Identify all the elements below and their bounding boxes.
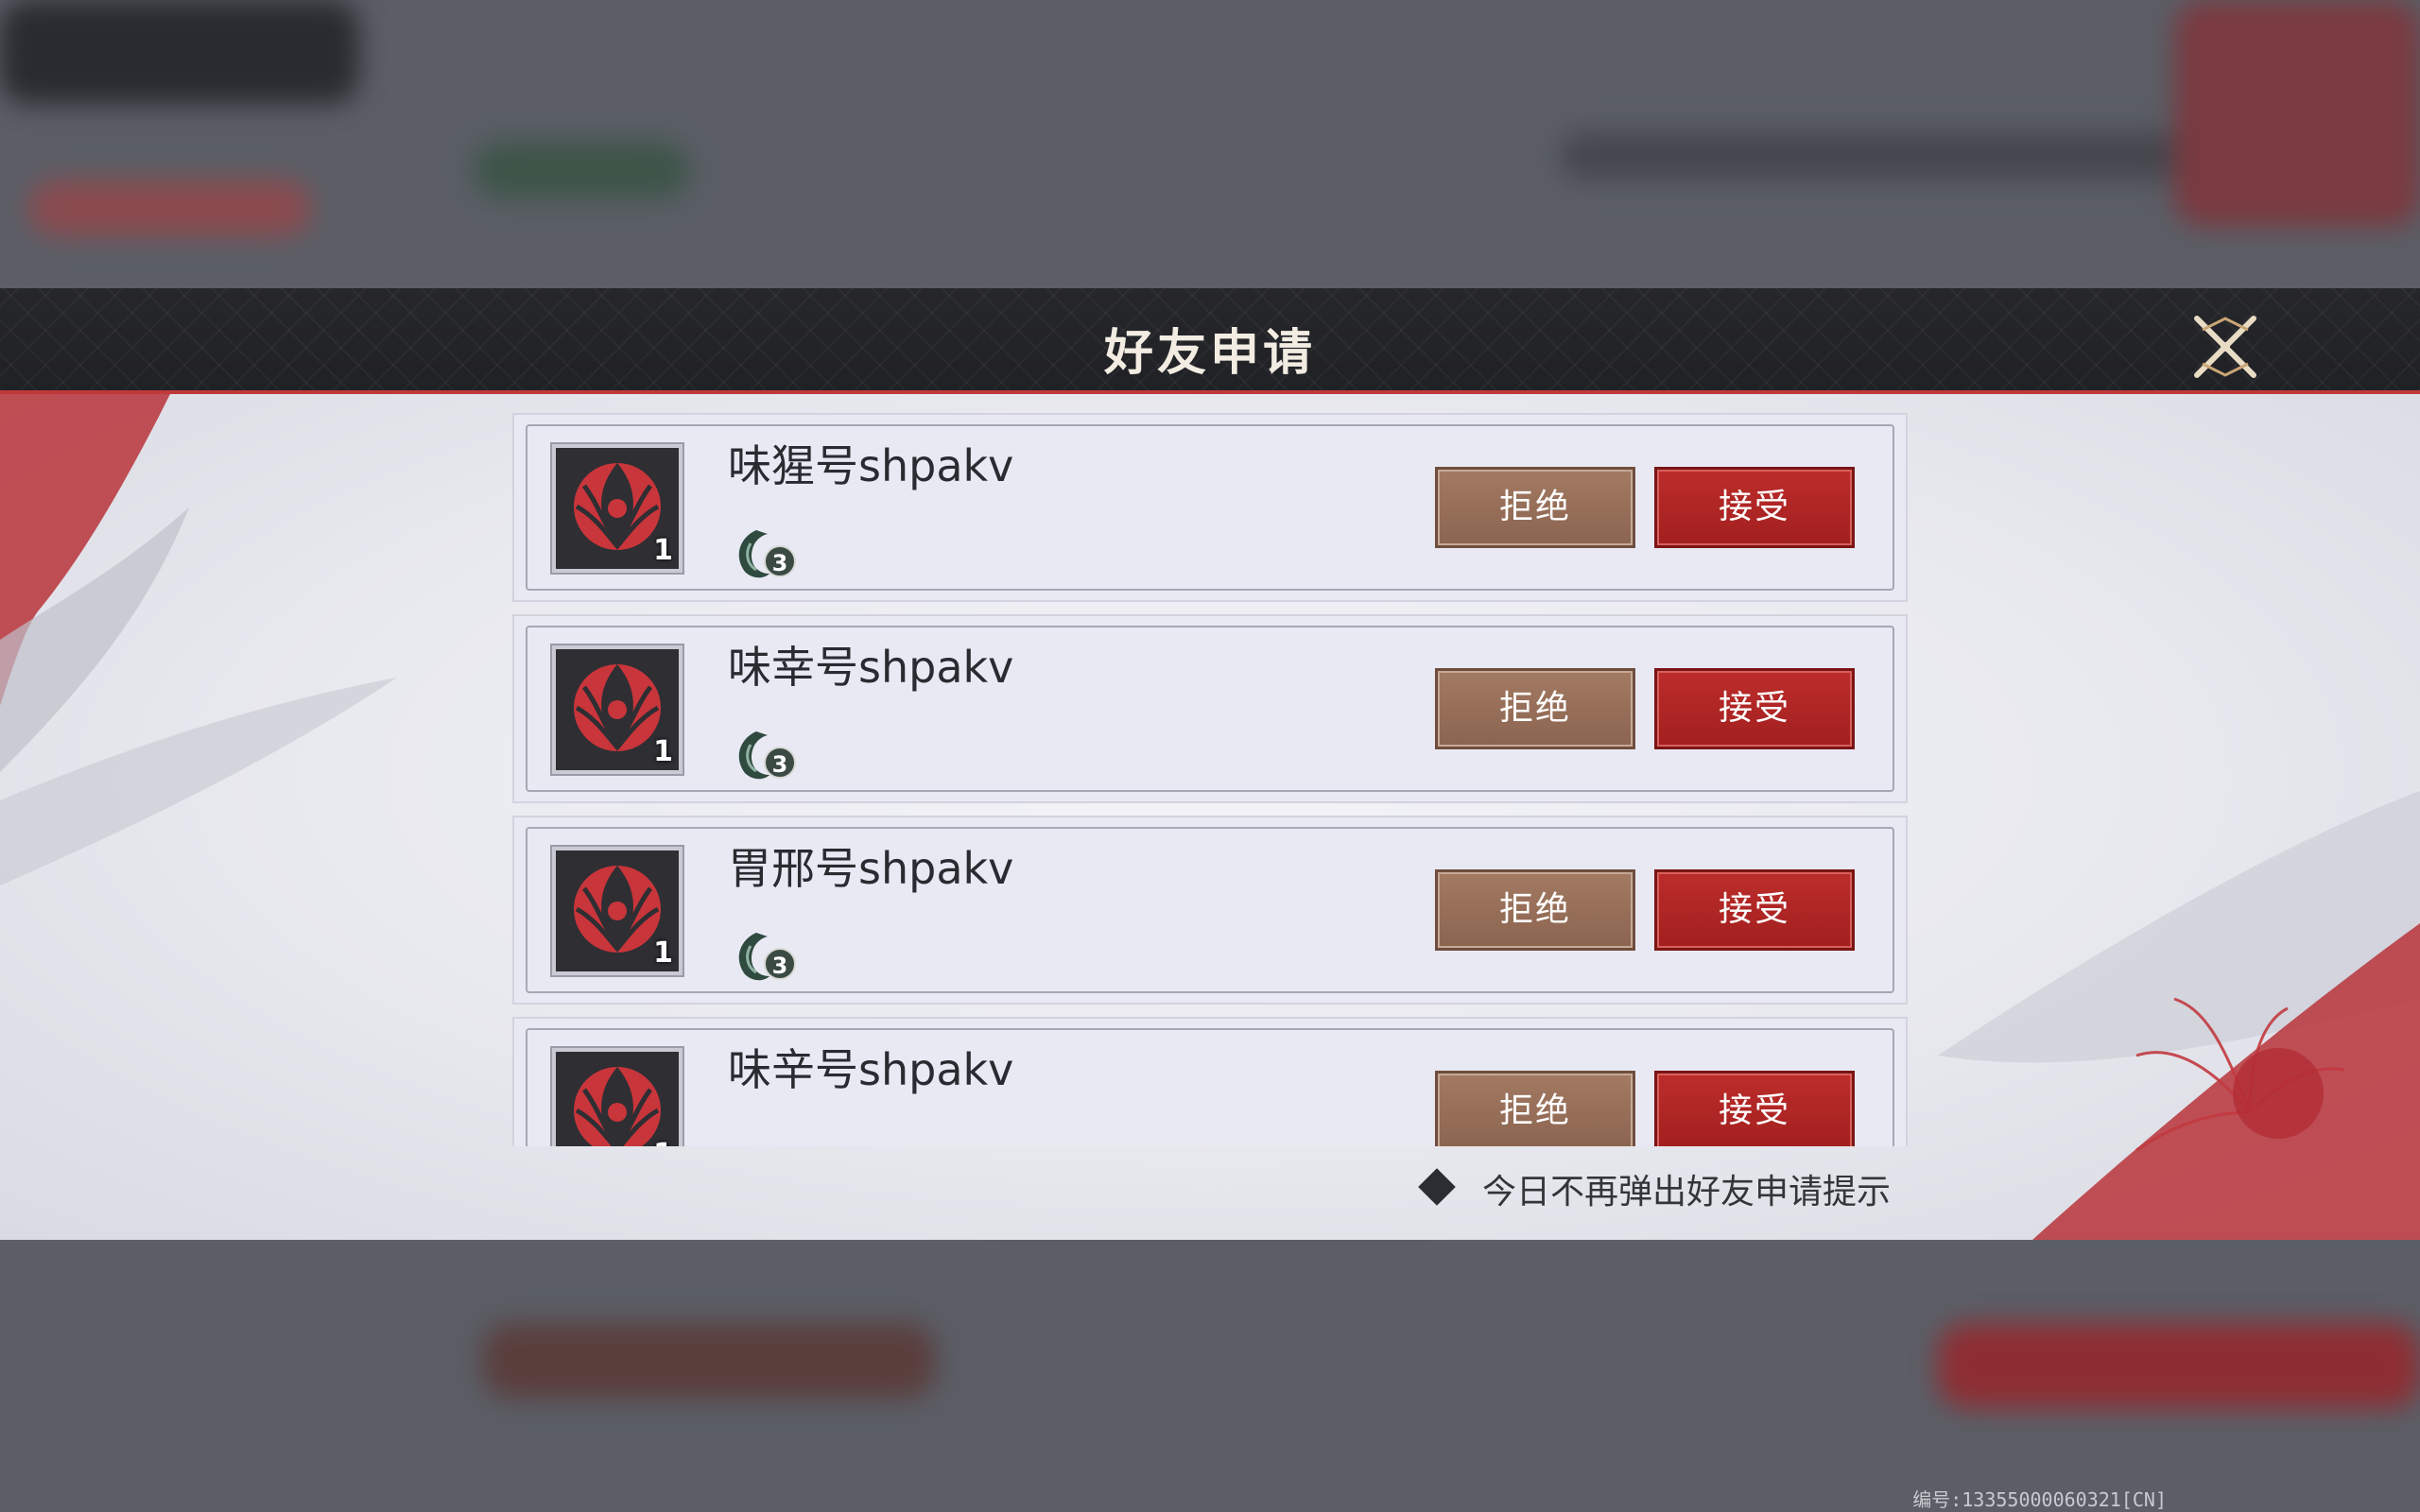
list-item: 1 味辛号shpakv 拒绝 接受 [512, 1017, 1908, 1146]
accept-button[interactable]: 接受 [1654, 668, 1855, 749]
level-badge: 1 [653, 735, 673, 768]
reject-button[interactable]: 拒绝 [1435, 467, 1635, 548]
level-badge: 1 [653, 1138, 673, 1146]
reject-button[interactable]: 拒绝 [1435, 869, 1635, 951]
player-name: 味辛号shpakv [728, 1044, 1014, 1095]
clan-emblem-icon [574, 1067, 661, 1146]
accept-button[interactable]: 接受 [1654, 1071, 1855, 1146]
list-item: 1 胃邢号shpakv 3 拒绝 接受 [512, 816, 1908, 1005]
player-name: 味猩号shpakv [728, 440, 1014, 491]
player-name: 味幸号shpakv [728, 642, 1014, 693]
avatar[interactable]: 1 [552, 847, 683, 975]
rank-level-badge: 3 [764, 747, 796, 779]
accept-button[interactable]: 接受 [1654, 869, 1855, 951]
accept-button[interactable]: 接受 [1654, 467, 1855, 548]
dialog-body: 1 味猩号shpakv 3 拒绝 接受 1 味幸号shpakv 3 拒绝 接受 … [0, 394, 2420, 1240]
dialog-header: 好友申请 [0, 288, 2420, 394]
reject-button[interactable]: 拒绝 [1435, 1071, 1635, 1146]
avatar[interactable]: 1 [552, 444, 683, 573]
list-item: 1 味幸号shpakv 3 拒绝 接受 [512, 614, 1908, 803]
avatar[interactable]: 1 [552, 1048, 683, 1146]
player-name: 胃邢号shpakv [728, 843, 1014, 894]
friend-request-list[interactable]: 1 味猩号shpakv 3 拒绝 接受 1 味幸号shpakv 3 拒绝 接受 … [512, 413, 1908, 1146]
build-id-text: 编号:13355000060321[CN] [1912, 1488, 2167, 1511]
level-badge: 1 [653, 534, 673, 567]
dialog-title: 好友申请 [1103, 325, 1316, 382]
rank-level-badge: 3 [764, 545, 796, 577]
close-button[interactable] [2189, 311, 2261, 383]
list-item: 1 味猩号shpakv 3 拒绝 接受 [512, 413, 1908, 602]
avatar[interactable]: 1 [552, 645, 683, 774]
rank-level-badge: 3 [764, 948, 796, 980]
close-x-icon [2194, 316, 2256, 378]
no-popup-today-label: 今日不再弹出好友申请提示 [1482, 1173, 1892, 1211]
level-badge: 1 [653, 936, 673, 970]
reject-button[interactable]: 拒绝 [1435, 668, 1635, 749]
